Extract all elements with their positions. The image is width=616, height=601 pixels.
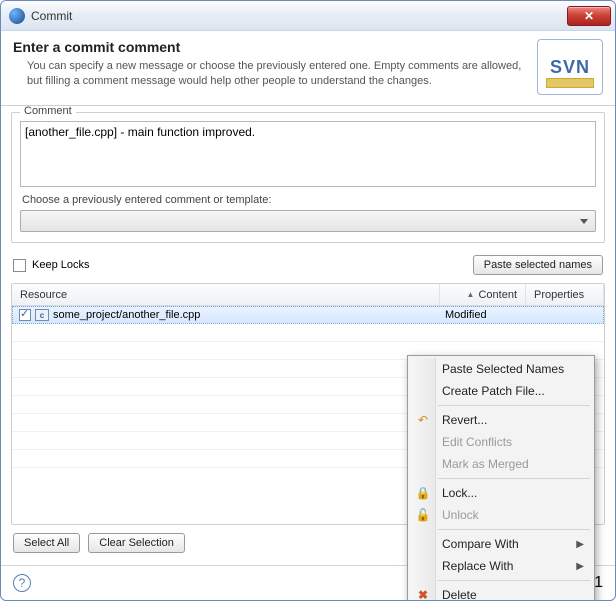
commit-dialog: Commit ✕ Enter a commit comment You can … bbox=[0, 0, 616, 601]
svn-logo-icon: SVN bbox=[537, 39, 603, 95]
row-content-status: Modified bbox=[439, 309, 525, 321]
menu-lock[interactable]: 🔒 Lock... bbox=[410, 482, 592, 504]
select-all-button[interactable]: Select All bbox=[13, 533, 80, 553]
window-title: Commit bbox=[31, 9, 567, 23]
comment-legend: Comment bbox=[20, 106, 76, 117]
col-content[interactable]: ▲ Content bbox=[440, 284, 526, 305]
menu-replace-with[interactable]: Replace With▶ bbox=[410, 555, 592, 577]
app-icon bbox=[9, 8, 25, 24]
table-row[interactable]: c some_project/another_file.cpp Modified bbox=[12, 306, 604, 324]
menu-mark-merged: Mark as Merged bbox=[410, 453, 592, 475]
menu-compare-with[interactable]: Compare With▶ bbox=[410, 533, 592, 555]
col-resource[interactable]: Resource bbox=[12, 284, 440, 305]
menu-edit-conflicts: Edit Conflicts bbox=[410, 431, 592, 453]
keep-locks-checkbox[interactable]: Keep Locks bbox=[13, 259, 89, 272]
revert-icon: ↶ bbox=[415, 412, 431, 428]
lock-icon: 🔒 bbox=[415, 485, 431, 501]
menu-revert[interactable]: ↶ Revert... bbox=[410, 409, 592, 431]
submenu-arrow-icon: ▶ bbox=[576, 561, 584, 572]
comment-group: Comment Choose a previously entered comm… bbox=[11, 112, 605, 243]
selected-count: 1 bbox=[594, 574, 603, 592]
header-title: Enter a commit comment bbox=[13, 39, 529, 55]
context-menu: Paste Selected Names Create Patch File..… bbox=[407, 355, 595, 601]
file-path: some_project/another_file.cpp bbox=[53, 309, 200, 321]
sort-asc-icon: ▲ bbox=[467, 290, 475, 299]
comment-textarea[interactable] bbox=[20, 121, 596, 187]
header-description: You can specify a new message or choose … bbox=[27, 59, 529, 89]
help-icon[interactable]: ? bbox=[13, 574, 31, 592]
unlock-icon: 🔓 bbox=[415, 507, 431, 523]
cpp-file-icon: c bbox=[35, 309, 49, 321]
dialog-header: Enter a commit comment You can specify a… bbox=[1, 31, 615, 106]
row-checkbox[interactable] bbox=[19, 309, 31, 321]
delete-icon: ✖ bbox=[415, 587, 431, 601]
table-header: Resource ▲ Content Properties bbox=[12, 284, 604, 306]
menu-create-patch[interactable]: Create Patch File... bbox=[410, 380, 592, 402]
submenu-arrow-icon: ▶ bbox=[576, 539, 584, 550]
prev-comment-label: Choose a previously entered comment or t… bbox=[22, 194, 596, 206]
menu-unlock: 🔓 Unlock bbox=[410, 504, 592, 526]
col-properties[interactable]: Properties bbox=[526, 284, 604, 305]
checkbox-icon bbox=[13, 259, 26, 272]
clear-selection-button[interactable]: Clear Selection bbox=[88, 533, 185, 553]
titlebar[interactable]: Commit ✕ bbox=[1, 1, 615, 31]
close-button[interactable]: ✕ bbox=[567, 6, 611, 26]
paste-selected-names-button[interactable]: Paste selected names bbox=[473, 255, 603, 275]
menu-paste-names[interactable]: Paste Selected Names bbox=[410, 358, 592, 380]
menu-delete[interactable]: ✖ Delete bbox=[410, 584, 592, 601]
prev-comment-dropdown[interactable] bbox=[20, 210, 596, 232]
